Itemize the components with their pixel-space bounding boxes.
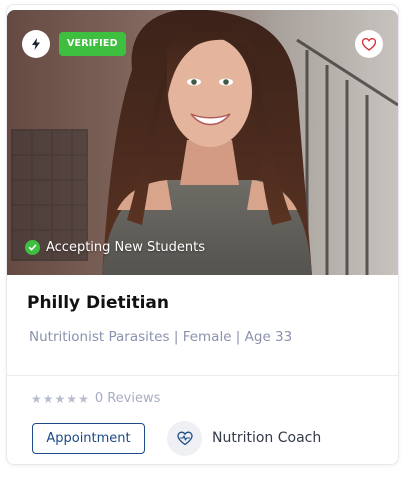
profile-card[interactable]: VERIFIED Accepting New Students Philly D… <box>6 4 399 465</box>
star-icon: ★ <box>66 391 78 406</box>
reviews-count[interactable]: 0 Reviews <box>95 391 161 406</box>
specialty: Nutritionist Parasites <box>29 329 170 345</box>
coach-label: Nutrition Coach <box>212 430 322 446</box>
star-icon: ★ <box>31 391 42 406</box>
divider <box>7 375 398 376</box>
star-icon: ★ <box>78 391 89 406</box>
heart-icon <box>362 37 376 51</box>
accepting-status: Accepting New Students <box>25 240 205 255</box>
profile-photo[interactable]: VERIFIED Accepting New Students <box>7 10 398 275</box>
appointment-button[interactable]: Appointment <box>32 423 145 454</box>
star-icon: ★ <box>54 391 66 406</box>
rating: ★ ★ ★ ★ ★ 0 Reviews <box>31 391 160 406</box>
lightning-bolt-icon <box>22 30 50 58</box>
heart-pulse-icon <box>167 421 202 456</box>
meta-separator: | <box>235 329 241 345</box>
favorite-button[interactable] <box>355 30 383 58</box>
age: Age 33 <box>244 329 293 345</box>
profile-name[interactable]: Philly Dietitian <box>27 293 169 313</box>
star-icon: ★ <box>42 391 54 406</box>
check-circle-icon <box>25 240 40 255</box>
verified-badge: VERIFIED <box>59 32 126 56</box>
accepting-label: Accepting New Students <box>46 240 205 255</box>
profile-meta: Nutritionist Parasites | Female | Age 33 <box>29 329 292 345</box>
meta-separator: | <box>173 329 179 345</box>
gender: Female <box>182 329 232 345</box>
